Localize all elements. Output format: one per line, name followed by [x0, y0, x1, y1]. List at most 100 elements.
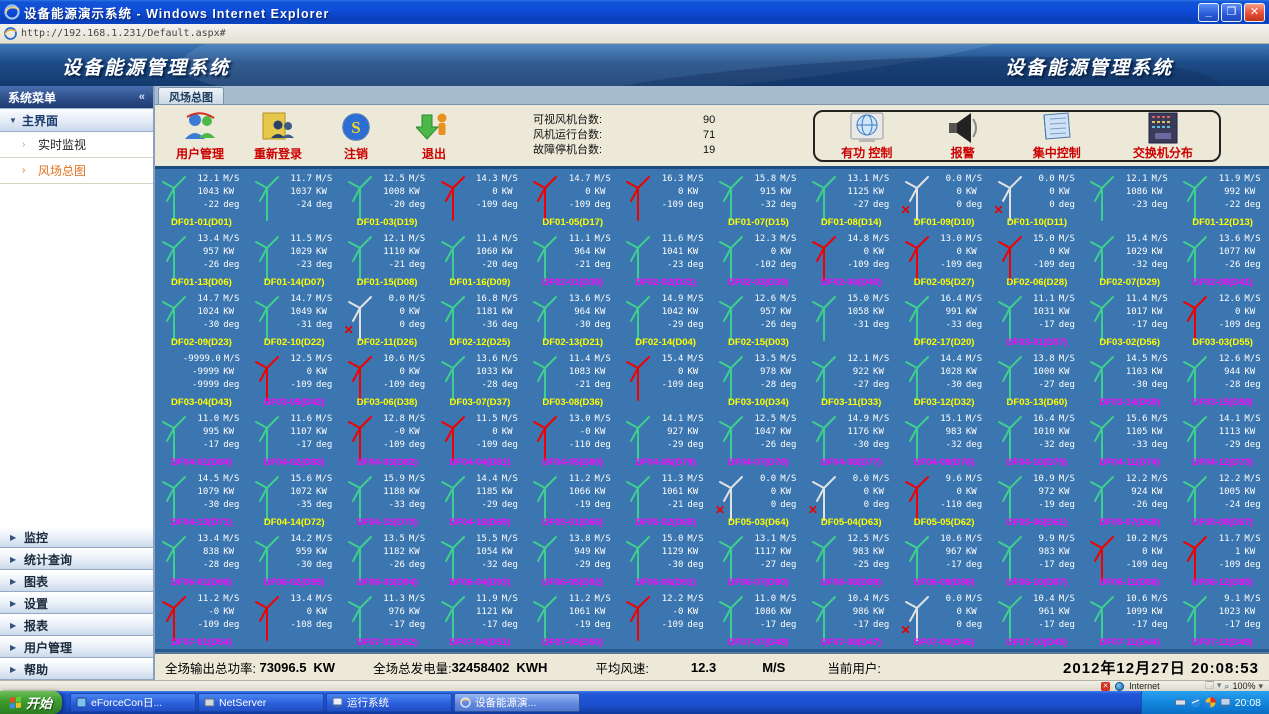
taskbar-task-eForceCon[interactable]: eForceCon日...	[70, 693, 196, 712]
turbine-cell-DF02-01(D30)[interactable]: 11.1 M/S 964 KW -21 deg DF02-01(D30)	[526, 229, 619, 289]
turbine-cell-DF04-06(D79)[interactable]: 14.1 M/S 927 KW -29 deg DF04-06(D79)	[619, 409, 712, 469]
taskbar-task-[interactable]: 运行系统	[326, 693, 452, 712]
turbine-cell-DF01-13(D06)[interactable]: 13.4 M/S 957 KW -26 deg DF01-13(D06)	[155, 229, 248, 289]
turbine-cell-DF06-06(D91)[interactable]: 15.0 M/S 1129 KW -30 deg DF06-06(D91)	[619, 529, 712, 589]
turbine-cell-DF01-01(D01)[interactable]: 12.1 M/S 1043 KW -22 deg DF01-01(D01)	[155, 169, 248, 229]
turbine-cell-DF03-05(D42)[interactable]: 12.5 M/S 0 KW -109 deg DF03-05(D42)	[248, 349, 341, 409]
turbine-cell-DF06-12(D85)[interactable]: 11.7 M/S 1 KW -109 deg DF06-12(D85)	[1176, 529, 1269, 589]
turbine-cell-DF04-04(D81)[interactable]: 11.5 M/S 0 KW -109 deg DF04-04(D81)	[434, 409, 527, 469]
turbine-cell-DF03-13(D60)[interactable]: 13.8 M/S 1000 KW -27 deg DF03-13(D60)	[991, 349, 1084, 409]
turbine-cell-DF04-03(D82)[interactable]: 12.8 M/S -0 KW -109 deg DF04-03(D82)	[341, 409, 434, 469]
tray-network-icon[interactable]	[1190, 697, 1201, 708]
tray-clock[interactable]: 20:08	[1235, 697, 1261, 709]
zoom-icon[interactable]: ⌕	[1224, 681, 1229, 692]
sidebar-group-设置[interactable]: ▶ 设置	[0, 592, 153, 614]
turbine-cell-DF03-14(D59)[interactable]: 14.5 M/S 1103 KW -30 deg DF03-14(D59)	[1083, 349, 1176, 409]
turbine-cell-DF02-13(D21)[interactable]: 13.6 M/S 964 KW -30 deg DF02-13(D21)	[526, 289, 619, 349]
turbine-cell-DF04-16(D69)[interactable]: 14.4 M/S 1185 KW -29 deg DF04-16(D69)	[434, 469, 527, 529]
turbine-cell-DF02-10(D22)[interactable]: 14.7 M/S 1049 KW -31 deg DF02-10(D22)	[248, 289, 341, 349]
turbine-cell-DF01-16(D09)[interactable]: 11.4 M/S 1060 KW -20 deg DF01-16(D09)	[434, 229, 527, 289]
turbine-cell-DF02-09(D23)[interactable]: 14.7 M/S 1024 KW -30 deg DF02-09(D23)	[155, 289, 248, 349]
turbine-cell-DF02-03(D39)[interactable]: 12.3 M/S 0 KW -102 deg DF02-03(D39)	[712, 229, 805, 289]
turbine-cell-DF05-08(D67)[interactable]: 12.2 M/S 1005 KW -24 deg DF05-08(D67)	[1176, 469, 1269, 529]
turbine-cell-DF07-03(D52)[interactable]: 11.3 M/S 976 KW -17 deg DF07-03(D52)	[341, 589, 434, 649]
sidebar-group-报表[interactable]: ▶ 报表	[0, 614, 153, 636]
turbine-cell-DF03-01(D57)[interactable]: 11.1 M/S 1031 KW -17 deg DF03-01(D57)	[991, 289, 1084, 349]
turbine-cell-DF06-09(D88)[interactable]: 10.6 M/S 967 KW -17 deg DF06-09(D88)	[898, 529, 991, 589]
turbine-cell-DF07-01(D54)[interactable]: 11.2 M/S -0 KW -109 deg DF07-01(D54)	[155, 589, 248, 649]
sidebar-item-windfarm-overview[interactable]: › 风场总图	[0, 158, 153, 184]
turbine-cell[interactable]: 12.1 M/S 1086 KW -23 deg	[1083, 169, 1176, 229]
turbine-cell-DF06-07(D90)[interactable]: 13.1 M/S 1117 KW -27 deg DF06-07(D90)	[712, 529, 805, 589]
turbine-cell-DF04-02(D83)[interactable]: 11.6 M/S 1107 KW -17 deg DF04-02(D83)	[248, 409, 341, 469]
turbine-cell-DF01-14(D07)[interactable]: 11.5 M/S 1029 KW -23 deg DF01-14(D07)	[248, 229, 341, 289]
zoom-level[interactable]: 100%	[1232, 681, 1255, 691]
sidebar-group-统计查询[interactable]: ▶ 统计查询	[0, 548, 153, 570]
turbine-cell-DF02-06(D28)[interactable]: 15.0 M/S 0 KW -109 deg DF02-06(D28)	[991, 229, 1084, 289]
turbine-cell-DF06-10(D87)[interactable]: 9.9 M/S 983 KW -17 deg DF06-10(D87)	[991, 529, 1084, 589]
turbine-cell-DF03-15(D58)[interactable]: 12.6 M/S 944 KW -28 deg DF03-15(D58)	[1176, 349, 1269, 409]
turbine-cell-DF01-09(D10)[interactable]: ✕ 0.0 M/S 0 KW 0 deg DF01-09(D10)	[898, 169, 991, 229]
taskbar-task-NetServer[interactable]: NetServer	[198, 693, 324, 712]
turbine-cell-DF01-03(D19)[interactable]: 12.5 M/S 1008 KW -20 deg DF01-03(D19)	[341, 169, 434, 229]
turbine-cell-DF03-12(D32)[interactable]: 14.4 M/S 1028 KW -30 deg DF03-12(D32)	[898, 349, 991, 409]
minimize-button[interactable]: _	[1198, 2, 1219, 22]
turbine-cell-DF02-11(D26)[interactable]: ✕ 0.0 M/S 0 KW 0 deg DF02-11(D26)	[341, 289, 434, 349]
collapse-sidebar-icon[interactable]: «	[139, 91, 145, 103]
turbine-cell-DF02-07(D29)[interactable]: 15.4 M/S 1029 KW -32 deg DF02-07(D29)	[1083, 229, 1176, 289]
turbine-cell-DF01-07(D15)[interactable]: 15.8 M/S 915 KW -32 deg DF01-07(D15)	[712, 169, 805, 229]
turbine-cell-DF02-08(D41)[interactable]: 13.6 M/S 1077 KW -26 deg DF02-08(D41)	[1176, 229, 1269, 289]
sidebar-group-main[interactable]: ▼ 主界面	[0, 108, 153, 132]
turbine-cell-DF07-05(D50)[interactable]: 11.2 M/S 1061 KW -19 deg DF07-05(D50)	[526, 589, 619, 649]
turbine-cell-DF07-07(D48)[interactable]: 11.0 M/S 1086 KW -17 deg DF07-07(D48)	[712, 589, 805, 649]
relogin-button[interactable]: 重新登录	[239, 110, 317, 162]
turbine-cell-DF02-17(D20)[interactable]: 16.4 M/S 991 KW -33 deg DF02-17(D20)	[898, 289, 991, 349]
sidebar-item-realtime-monitor[interactable]: › 实时监视	[0, 132, 153, 158]
turbine-cell-DF04-07(D78)[interactable]: 12.5 M/S 1047 KW -26 deg DF04-07(D78)	[712, 409, 805, 469]
turbine-cell-DF04-15(D70)[interactable]: 15.9 M/S 1188 KW -33 deg DF04-15(D70)	[341, 469, 434, 529]
close-button[interactable]: ✕	[1244, 2, 1265, 22]
turbine-cell-DF03-08(D36)[interactable]: 11.4 M/S 1083 KW -21 deg DF03-08(D36)	[526, 349, 619, 409]
taskbar-task-[interactable]: 设备能源演...	[454, 693, 580, 712]
tray-color-icon[interactable]	[1204, 697, 1216, 708]
turbine-cell-DF06-04(D93)[interactable]: 15.5 M/S 1054 KW -32 deg DF06-04(D93)	[434, 529, 527, 589]
turbine-cell-DF06-08(D89)[interactable]: 12.5 M/S 983 KW -25 deg DF06-08(D89)	[805, 529, 898, 589]
turbine-cell-DF05-06(D61)[interactable]: 10.9 M/S 972 KW -19 deg DF05-06(D61)	[991, 469, 1084, 529]
active-power-control-button[interactable]: 有功 控制	[841, 112, 892, 161]
turbine-cell-DF02-15(D03)[interactable]: 12.6 M/S 957 KW -26 deg DF02-15(D03)	[712, 289, 805, 349]
sidebar-group-用户管理[interactable]: ▶ 用户管理	[0, 636, 153, 658]
sidebar-group-帮助[interactable]: ▶ 帮助	[0, 658, 153, 680]
exit-button[interactable]: 退出	[395, 110, 473, 162]
turbine-cell-DF05-02(D65)[interactable]: 11.3 M/S 1061 KW -21 deg DF05-02(D65)	[619, 469, 712, 529]
turbine-cell-DF05-07(D68)[interactable]: 12.2 M/S 924 KW -26 deg DF05-07(D68)	[1083, 469, 1176, 529]
turbine-cell-DF06-03(D94)[interactable]: 13.5 M/S 1182 KW -26 deg DF06-03(D94)	[341, 529, 434, 589]
turbine-cell-DF06-05(D92)[interactable]: 13.8 M/S 949 KW -29 deg DF06-05(D92)	[526, 529, 619, 589]
turbine-cell-DF04-10(D75)[interactable]: 16.4 M/S 1010 KW -32 deg DF04-10(D75)	[991, 409, 1084, 469]
turbine-cell-DF02-12(D25)[interactable]: 16.8 M/S 1181 KW -36 deg DF02-12(D25)	[434, 289, 527, 349]
user-management-button[interactable]: 用户管理	[161, 110, 239, 162]
turbine-cell-DF01-12(D13)[interactable]: 11.9 M/S 992 KW -22 deg DF01-12(D13)	[1176, 169, 1269, 229]
turbine-cell-DF07-04(D51)[interactable]: 11.9 M/S 1121 KW -17 deg DF07-04(D51)	[434, 589, 527, 649]
turbine-cell-DF05-05(D62)[interactable]: 9.6 M/S 0 KW -110 deg DF05-05(D62)	[898, 469, 991, 529]
turbine-cell-DF02-04(D40)[interactable]: 14.8 M/S 0 KW -109 deg DF02-04(D40)	[805, 229, 898, 289]
turbine-cell-DF03-03(D55)[interactable]: 12.6 M/S 0 KW -109 deg DF03-03(D55)	[1176, 289, 1269, 349]
turbine-cell-DF07-11(D44)[interactable]: 10.6 M/S 1099 KW -17 deg DF07-11(D44)	[1083, 589, 1176, 649]
tab-windfarm-overview[interactable]: 风场总图	[158, 87, 224, 104]
tray-device-icon[interactable]	[1174, 697, 1186, 708]
turbine-cell-DF05-03(D64)[interactable]: ✕ 0.0 M/S 0 KW 0 deg DF05-03(D64)	[712, 469, 805, 529]
turbine-cell-DF02-05(D27)[interactable]: 13.0 M/S 0 KW -109 deg DF02-05(D27)	[898, 229, 991, 289]
sidebar-group-监控[interactable]: ▶ 监控	[0, 526, 153, 548]
sidebar-group-图表[interactable]: ▶ 图表	[0, 570, 153, 592]
turbine-cell-DF04-09(D76)[interactable]: 15.1 M/S 983 KW -32 deg DF04-09(D76)	[898, 409, 991, 469]
turbine-cell-DF02-02(D31)[interactable]: 11.6 M/S 1041 KW -23 deg DF02-02(D31)	[619, 229, 712, 289]
turbine-cell-DF07-10(D45)[interactable]: 10.4 M/S 961 KW -17 deg DF07-10(D45)	[991, 589, 1084, 649]
turbine-cell-DF04-08(D77)[interactable]: 14.9 M/S 1176 KW -30 deg DF04-08(D77)	[805, 409, 898, 469]
turbine-cell-DF04-12(D73)[interactable]: 14.1 M/S 1113 KW -29 deg DF04-12(D73)	[1176, 409, 1269, 469]
turbine-cell[interactable]: 13.4 M/S 0 KW -108 deg	[248, 589, 341, 649]
turbine-cell-DF03-07(D37)[interactable]: 13.6 M/S 1033 KW -28 deg DF03-07(D37)	[434, 349, 527, 409]
turbine-cell-DF01-05(D17)[interactable]: 14.7 M/S 0 KW -109 deg DF01-05(D17)	[526, 169, 619, 229]
zoom-dropdown-icon[interactable]: ▾	[1258, 681, 1263, 692]
turbine-cell-DF01-08(D14)[interactable]: 13.1 M/S 1125 KW -27 deg DF01-08(D14)	[805, 169, 898, 229]
turbine-cell[interactable]: 15.0 M/S 1058 KW -31 deg	[805, 289, 898, 349]
turbine-cell-DF07-09(D46)[interactable]: ✕ 0.0 M/S 0 KW 0 deg DF07-09(D46)	[898, 589, 991, 649]
